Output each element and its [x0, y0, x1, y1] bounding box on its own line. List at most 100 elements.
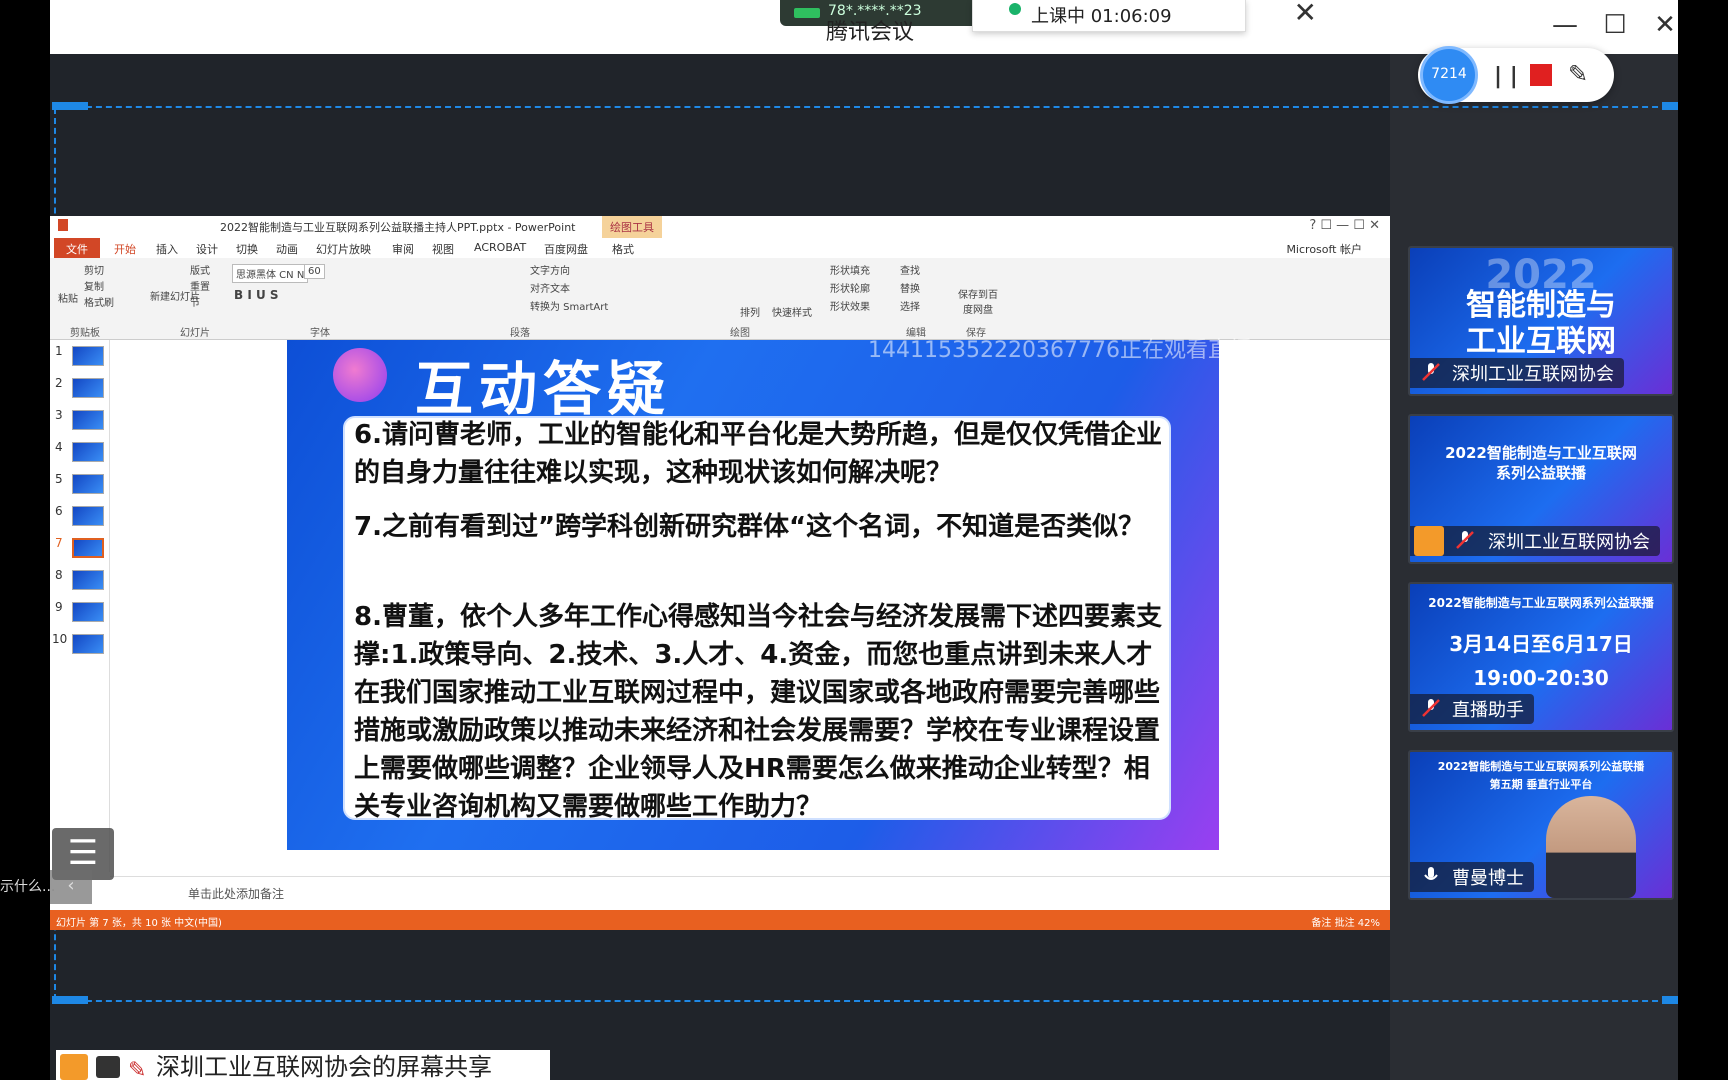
select-button[interactable]: 选择 — [900, 298, 920, 313]
participant-tile[interactable]: 2022智能制造与工业互联网系列公益联播 第五期 垂直行业平台 曹曼博士 — [1408, 750, 1674, 900]
participant-panel: 2022 智能制造与 工业互联网 深圳工业互联网协会 2022智能制造与工业互联… — [1390, 54, 1678, 1080]
minimize-icon[interactable]: — — [1545, 10, 1585, 40]
maximize-icon[interactable]: ☐ — [1595, 10, 1635, 40]
participant-tile[interactable]: 2022 智能制造与 工业互联网 深圳工业互联网协会 — [1408, 246, 1674, 396]
participant-label: 曹曼博士 — [1410, 862, 1534, 892]
ribbon-tabs: 文件 开始 插入 设计 切换 动画 幻灯片放映 审阅 视图 ACROBAT 百度… — [50, 238, 1390, 258]
copy-button[interactable]: 复制 — [84, 278, 104, 293]
reset-button[interactable]: 重置 — [190, 278, 210, 293]
format-painter-button[interactable]: 格式刷 — [84, 294, 114, 309]
quick-access-bar: 2022智能制造与工业互联网系列公益联播主持人PPT.pptx - PowerP… — [50, 216, 1390, 238]
group-paragraph: 段落 — [510, 328, 530, 339]
notes-pane[interactable]: 单击此处添加备注 — [110, 876, 1390, 906]
slide-thumbnail[interactable] — [72, 634, 104, 654]
participant-tile[interactable]: 2022智能制造与工业互联网系列公益联播 3月14日至6月17日 19:00-2… — [1408, 582, 1674, 732]
slide-thumbnail[interactable] — [72, 442, 104, 462]
arrange-button[interactable]: 排列 — [740, 304, 760, 319]
group-drawing: 绘图 — [730, 328, 750, 339]
slide-number: 3 — [55, 408, 63, 422]
viewer-watermark: 144115352220367776正在观看直播 — [868, 338, 1252, 363]
recording-widget: 7214 | | ✎ — [1418, 46, 1614, 104]
slide-number: 2 — [55, 376, 63, 390]
chevron-left-icon[interactable]: ‹ — [50, 870, 92, 904]
bold-icon[interactable]: B I U S — [234, 288, 279, 302]
section-button[interactable]: 节 — [190, 294, 200, 309]
font-name-select[interactable]: 思源黑体 CN N — [232, 264, 309, 283]
tab-acrobat[interactable]: ACROBAT — [474, 241, 526, 254]
share-corner — [52, 996, 88, 1004]
slide-thumbnail[interactable] — [72, 602, 104, 622]
layout-button[interactable]: 版式 — [190, 262, 210, 277]
participant-label: 深圳工业互联网协会 — [1410, 358, 1624, 388]
stop-icon[interactable] — [1530, 64, 1552, 86]
align-text-button[interactable]: 对齐文本 — [530, 280, 570, 295]
status-bar: 幻灯片 第 7 张，共 10 张 中文(中国) 备注 批注 42% — [50, 910, 1390, 930]
tab-slideshow[interactable]: 幻灯片放映 — [316, 241, 371, 257]
status-left: 幻灯片 第 7 张，共 10 张 中文(中国) — [56, 918, 222, 929]
tile-art-text: 2022智能制造与工业互联网系列公益联播 — [1428, 596, 1654, 610]
share-corner — [52, 102, 88, 110]
replace-button[interactable]: 替换 — [900, 280, 920, 295]
slide-thumbnail[interactable] — [72, 346, 104, 366]
shape-outline-button[interactable]: 形状轮廓 — [830, 280, 870, 295]
share-indicator[interactable]: ✎ 深圳工业互联网协会的屏幕共享 — [56, 1050, 550, 1080]
close-icon[interactable]: ✕ — [1645, 10, 1685, 40]
tab-review[interactable]: 审阅 — [392, 241, 414, 257]
slide-thumbnail[interactable] — [72, 378, 104, 398]
shape-effects-button[interactable]: 形状效果 — [830, 298, 870, 313]
quick-styles-button[interactable]: 快速样式 — [772, 304, 812, 319]
paste-button[interactable]: 粘贴 — [58, 290, 78, 305]
ppt-window-controls-icon[interactable]: ? ☐ — ☐ ✕ — [1309, 218, 1380, 233]
participant-name: 直播助手 — [1452, 700, 1524, 721]
ppt-logo-icon — [58, 219, 68, 231]
close-timer-icon[interactable]: ✕ — [1294, 0, 1317, 29]
font-size-select[interactable]: 60 — [304, 264, 325, 279]
tab-format[interactable]: 格式 — [612, 241, 634, 257]
share-corner — [1662, 996, 1678, 1004]
slide-thumbnail-selected[interactable] — [72, 538, 104, 558]
save-baidu-button[interactable]: 保存到百度网盘 — [956, 286, 1000, 316]
participant-name: 曹曼博士 — [1452, 868, 1524, 889]
slide-heading: 互动答疑 — [415, 355, 672, 423]
participant-label: 直播助手 — [1410, 694, 1534, 724]
tab-file[interactable]: 文件 — [54, 238, 100, 258]
account-menu[interactable]: Microsoft 帐户 — [1286, 241, 1362, 257]
tab-insert[interactable]: 插入 — [156, 241, 178, 257]
tile-art-text: 第五期 垂直行业平台 — [1489, 778, 1593, 791]
question-8: 8.曹董，依个人多年工作心得感知当今社会与经济发展需下述四要素支撑:1.政策导向… — [354, 602, 1162, 822]
smartart-button[interactable]: 转换为 SmartArt — [530, 298, 608, 313]
pause-icon[interactable]: | | — [1494, 64, 1518, 89]
chat-preview[interactable]: 示什么... — [0, 876, 55, 896]
slide-number: 4 — [55, 440, 63, 454]
tile-art-text: 3月14日至6月17日 — [1449, 632, 1633, 656]
slide-thumbnail[interactable] — [72, 570, 104, 590]
tab-design[interactable]: 设计 — [196, 241, 218, 257]
tab-animations[interactable]: 动画 — [276, 241, 298, 257]
tab-transitions[interactable]: 切换 — [236, 241, 258, 257]
slide-thumbnail[interactable] — [72, 474, 104, 494]
text-direction-button[interactable]: 文字方向 — [530, 262, 570, 277]
pen-icon[interactable]: ✎ — [1568, 60, 1588, 88]
slide-thumbnail[interactable] — [72, 410, 104, 430]
context-tab[interactable]: 绘图工具 — [602, 216, 662, 238]
slide-thumbnails: 1 2 3 4 5 6 7 8 9 10 — [50, 340, 110, 872]
tile-art-text: 2022智能制造与工业互联网系列公益联播 — [1437, 760, 1645, 773]
tab-baidu[interactable]: 百度网盘 — [544, 241, 588, 257]
ribbon: 粘贴 剪切 复制 格式刷 剪贴板 新建幻灯片 版式 重置 节 幻灯片 思源黑体 … — [50, 258, 1390, 340]
recording-counter[interactable]: 7214 — [1420, 46, 1478, 104]
tab-home[interactable]: 开始 — [114, 241, 136, 257]
shape-fill-button[interactable]: 形状填充 — [830, 262, 870, 277]
cut-button[interactable]: 剪切 — [84, 262, 104, 277]
participant-label: 深圳工业互联网协会 — [1410, 526, 1660, 556]
timer-text: 上课中 01:06:09 — [1031, 6, 1172, 27]
question-7: 7.之前有看到过”跨学科创新研究群体“这个名词，不知道是否类似？ — [354, 512, 1145, 542]
tab-view[interactable]: 视图 — [432, 241, 454, 257]
participant-tile[interactable]: 2022智能制造与工业互联网 系列公益联播 深圳工业互联网协会 — [1408, 414, 1674, 564]
speaker-video — [1546, 796, 1636, 898]
app-root: { "meeting": { "title": "腾讯会议", "network… — [0, 0, 1728, 1080]
find-button[interactable]: 查找 — [900, 262, 920, 277]
mic-muted-icon — [1422, 699, 1440, 717]
mic-muted-icon: ✎ — [128, 1058, 147, 1080]
participant-name: 深圳工业互联网协会 — [1452, 364, 1614, 385]
slide-thumbnail[interactable] — [72, 506, 104, 526]
